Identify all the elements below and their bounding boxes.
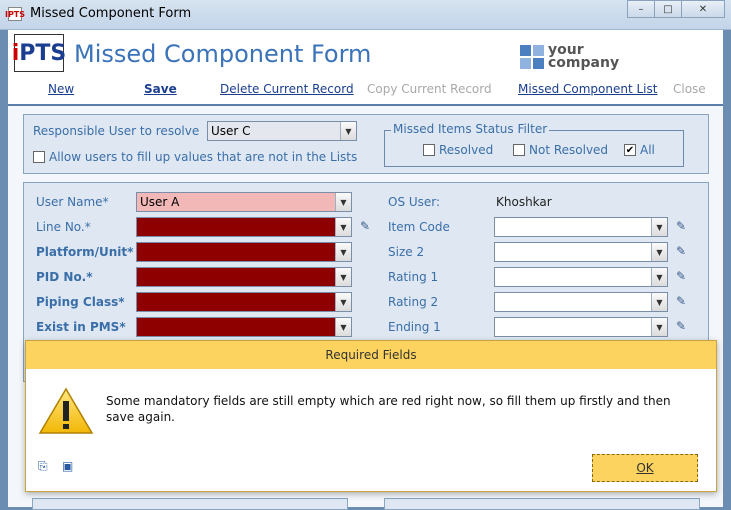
title-bar: IPTS Missed Component Form – □ ✕ — [0, 0, 731, 30]
app-icon: IPTS — [5, 7, 25, 21]
not-resolved-checkbox[interactable]: Not Resolved — [513, 143, 608, 157]
responsible-user-combo[interactable]: User C ▼ — [207, 121, 357, 141]
chevron-down-icon[interactable]: ▼ — [340, 122, 356, 140]
warning-icon — [38, 387, 94, 434]
ending-1-label: Ending 1 — [388, 320, 441, 334]
resolved-box[interactable] — [423, 144, 435, 156]
window-title: Missed Component Form — [30, 6, 192, 21]
size-2-label: Size 2 — [388, 245, 425, 259]
ending-1-combo[interactable]: ▼ — [494, 317, 668, 337]
all-label: All — [640, 143, 655, 157]
company-logo: your company — [520, 43, 620, 71]
os-user-value: Khoshkar — [496, 195, 552, 209]
pencil-icon[interactable]: ✎ — [676, 294, 686, 308]
pid-no-label: PID No.* — [36, 270, 93, 284]
chevron-down-icon[interactable]: ▼ — [335, 193, 351, 211]
maximize-button[interactable]: □ — [654, 0, 682, 18]
window-controls: – □ ✕ — [627, 0, 725, 18]
save-icon[interactable]: ▣ — [62, 459, 76, 473]
piping-class-label: Piping Class* — [36, 295, 125, 309]
toolbar: New Save Delete Current Record Copy Curr… — [8, 78, 723, 106]
item-code-combo[interactable]: ▼ — [494, 217, 668, 237]
chevron-down-icon[interactable]: ▼ — [651, 293, 667, 311]
all-checkbox[interactable]: ✔ All — [624, 143, 655, 157]
logo-rest: PTS — [19, 40, 67, 66]
responsible-user-label: Responsible User to resolve — [33, 124, 200, 138]
minimize-button[interactable]: – — [627, 0, 655, 18]
copy-icon[interactable]: ⎘ — [38, 459, 52, 473]
platform-unit-label: Platform/Unit* — [36, 245, 134, 259]
page-title: Missed Component Form — [74, 40, 372, 68]
new-button[interactable]: New — [48, 82, 74, 96]
dialog-tools: ⎘ ▣ — [38, 459, 76, 473]
dialog-title: Required Fields — [26, 341, 716, 369]
chevron-down-icon[interactable]: ▼ — [651, 318, 667, 336]
ipts-logo: i PTS — [11, 34, 67, 72]
save-button[interactable]: Save — [144, 82, 177, 96]
company-line2: company — [548, 55, 620, 71]
line-no-label: Line No.* — [36, 220, 91, 234]
platform-unit-combo[interactable]: ▼ — [136, 242, 352, 262]
all-box[interactable]: ✔ — [624, 144, 636, 156]
rating-1-label: Rating 1 — [388, 270, 439, 284]
pencil-icon[interactable]: ✎ — [676, 244, 686, 258]
chevron-down-icon[interactable]: ▼ — [335, 268, 351, 286]
not-resolved-label: Not Resolved — [529, 143, 609, 157]
required-fields-dialog: Required Fields Some mandatory fields ar… — [25, 340, 717, 492]
line-no-combo[interactable]: ▼ — [136, 217, 352, 237]
rating-2-combo[interactable]: ▼ — [494, 292, 668, 312]
status-filter-group: Missed Items Status Filter Resolved Not … — [384, 122, 684, 167]
chevron-down-icon[interactable]: ▼ — [335, 218, 351, 236]
bottom-panel-right — [384, 498, 700, 510]
pencil-icon[interactable]: ✎ — [676, 269, 686, 283]
exist-in-pms-combo[interactable]: ▼ — [136, 317, 352, 337]
company-logo-icon — [520, 45, 544, 69]
chevron-down-icon[interactable]: ▼ — [335, 318, 351, 336]
user-name-value: User A — [140, 195, 180, 209]
rating-2-label: Rating 2 — [388, 295, 439, 309]
pencil-icon[interactable]: ✎ — [676, 219, 686, 233]
piping-class-combo[interactable]: ▼ — [136, 292, 352, 312]
missed-component-list-button[interactable]: Missed Component List — [518, 82, 657, 96]
status-filter-title: Missed Items Status Filter — [391, 122, 550, 136]
chevron-down-icon[interactable]: ▼ — [651, 243, 667, 261]
form-header: i PTS Missed Component Form your company — [8, 30, 723, 78]
close-window-button[interactable]: ✕ — [681, 0, 725, 18]
responsible-user-value: User C — [211, 124, 251, 138]
user-name-combo[interactable]: User A ▼ — [136, 192, 352, 212]
chevron-down-icon[interactable]: ▼ — [335, 293, 351, 311]
size-2-combo[interactable]: ▼ — [494, 242, 668, 262]
logo-i: i — [11, 40, 20, 66]
pencil-icon[interactable]: ✎ — [360, 219, 370, 233]
chevron-down-icon[interactable]: ▼ — [651, 268, 667, 286]
resolved-label: Resolved — [439, 143, 494, 157]
dialog-message: Some mandatory fields are still empty wh… — [106, 394, 671, 424]
chevron-down-icon[interactable]: ▼ — [651, 218, 667, 236]
resolved-checkbox[interactable]: Resolved — [423, 143, 493, 157]
bottom-panel-left — [32, 498, 348, 510]
chevron-down-icon[interactable]: ▼ — [335, 243, 351, 261]
item-code-label: Item Code — [388, 220, 450, 234]
allow-values-box[interactable] — [33, 151, 45, 163]
close-button[interactable]: Close — [673, 82, 706, 96]
allow-values-label: Allow users to fill up values that are n… — [49, 150, 358, 164]
delete-record-button[interactable]: Delete Current Record — [220, 82, 354, 96]
exist-in-pms-label: Exist in PMS* — [36, 320, 126, 334]
copy-record-button[interactable]: Copy Current Record — [367, 82, 492, 96]
allow-values-checkbox[interactable]: Allow users to fill up values that are n… — [33, 150, 357, 164]
os-user-label: OS User: — [388, 195, 441, 209]
pid-no-combo[interactable]: ▼ — [136, 267, 352, 287]
filter-panel: Responsible User to resolve User C ▼ All… — [23, 114, 709, 174]
ok-button[interactable]: OK — [592, 454, 698, 482]
not-resolved-box[interactable] — [513, 144, 525, 156]
rating-1-combo[interactable]: ▼ — [494, 267, 668, 287]
user-name-label: User Name* — [36, 195, 109, 209]
pencil-icon[interactable]: ✎ — [676, 319, 686, 333]
